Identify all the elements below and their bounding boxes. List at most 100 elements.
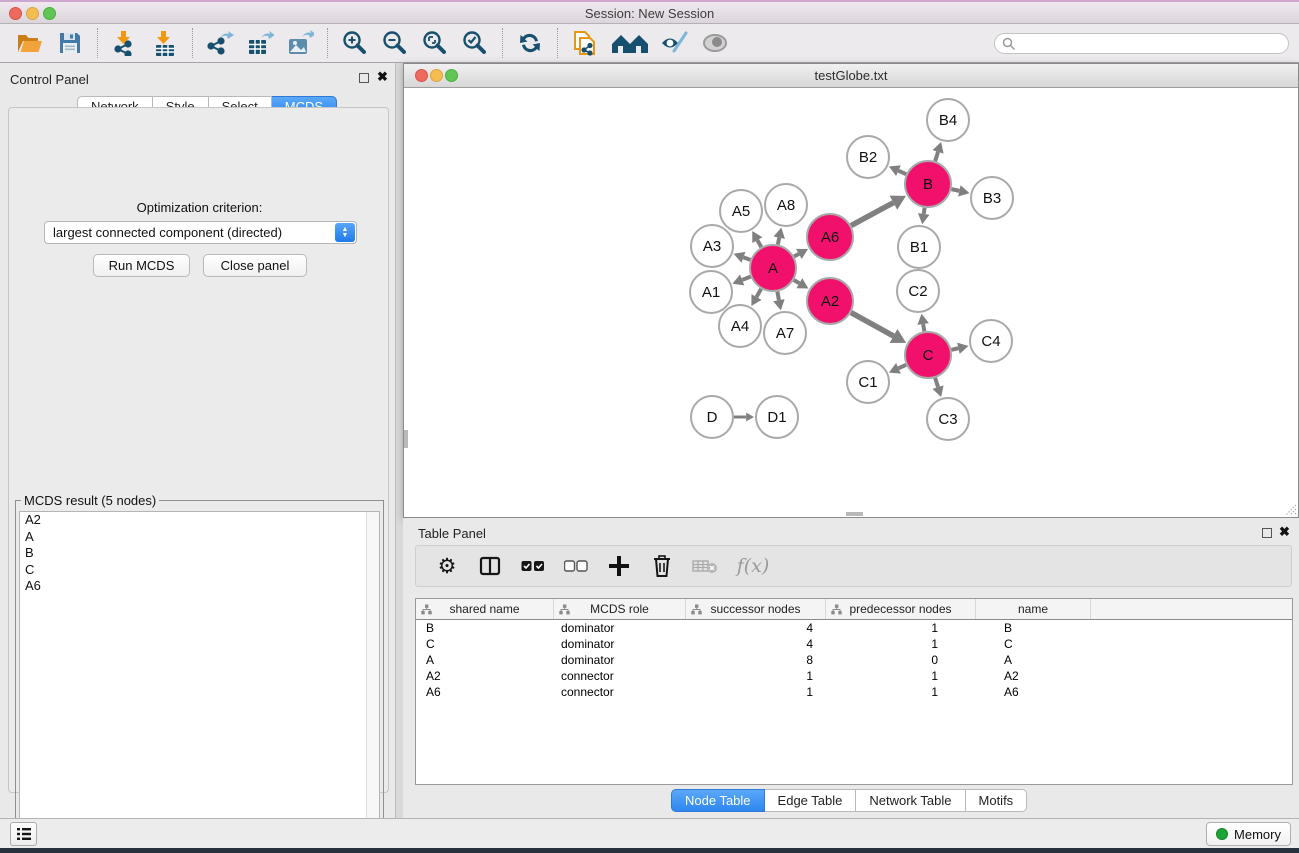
split-panel-icon[interactable] [473, 550, 507, 582]
graph-edge-C-C3[interactable] [933, 378, 944, 397]
delete-columns-icon[interactable] [645, 550, 679, 582]
graph-node-D[interactable]: D [691, 396, 733, 438]
graph-node-C3[interactable]: C3 [927, 398, 969, 440]
close-panel-button[interactable]: Close panel [203, 254, 307, 277]
zoom-out-icon[interactable] [378, 27, 412, 59]
graph-node-D1[interactable]: D1 [756, 396, 798, 438]
task-history-button[interactable] [10, 822, 37, 846]
graph-node-A1[interactable]: A1 [690, 271, 732, 313]
graph-node-B3[interactable]: B3 [971, 177, 1013, 219]
table-row-a[interactable]: Adominator80A [416, 652, 1292, 668]
column-header-shared-name[interactable]: shared name [416, 599, 554, 619]
float-table-panel-icon[interactable] [1262, 528, 1272, 538]
graph-node-A4[interactable]: A4 [719, 305, 761, 347]
cell-MCDS-role[interactable]: dominator [554, 636, 686, 652]
cell-shared-name[interactable]: C [416, 636, 554, 652]
graph-node-A8[interactable]: A8 [765, 184, 807, 226]
graph-node-C[interactable]: C [905, 332, 951, 378]
refresh-icon[interactable] [513, 27, 547, 59]
tab-edge-table[interactable]: Edge Table [765, 789, 857, 812]
first-neighbors-icon[interactable] [608, 27, 652, 59]
table-row-b[interactable]: Bdominator41B [416, 620, 1292, 636]
cell-MCDS-role[interactable]: dominator [554, 652, 686, 668]
cell-name[interactable]: A6 [976, 684, 1091, 700]
graph-edge-A-A3[interactable] [734, 252, 751, 263]
graph-node-A7[interactable]: A7 [764, 312, 806, 354]
show-all-icon[interactable] [698, 27, 732, 59]
open-file-icon[interactable] [13, 27, 47, 59]
graph-edge-B-B2[interactable] [889, 165, 906, 176]
create-column-icon[interactable] [602, 550, 636, 582]
cell-successor-nodes[interactable]: 1 [686, 684, 826, 700]
network-canvas[interactable]: B4B2BB3A8A5A6A3B1AA1C2A2A4A7C4CC1C3DD1 [404, 88, 1298, 517]
memory-button[interactable]: Memory [1206, 822, 1291, 846]
search-input[interactable] [1016, 35, 1288, 52]
column-header-successor-nodes[interactable]: successor nodes [686, 599, 826, 619]
graph-node-B[interactable]: B [905, 161, 951, 207]
close-table-panel-icon[interactable]: ✖ [1279, 524, 1290, 539]
network-window-titlebar[interactable]: testGlobe.txt [404, 64, 1298, 88]
export-network-icon[interactable] [203, 27, 237, 59]
graph-node-A2[interactable]: A2 [807, 278, 853, 324]
cell-predecessor-nodes[interactable]: 1 [826, 620, 976, 636]
cell-MCDS-role[interactable]: connector [554, 668, 686, 684]
cell-name[interactable]: C [976, 636, 1091, 652]
tab-node-table[interactable]: Node Table [671, 789, 765, 812]
cell-shared-name[interactable]: A [416, 652, 554, 668]
mcds-result-list[interactable]: A2ABCA6 [19, 511, 380, 836]
cell-shared-name[interactable]: A2 [416, 668, 554, 684]
select-all-rows-icon[interactable] [516, 550, 550, 582]
graph-edge-C-C1[interactable] [889, 363, 906, 374]
graph-node-A5[interactable]: A5 [720, 190, 762, 232]
deselect-all-rows-icon[interactable] [559, 550, 593, 582]
table-settings-icon[interactable]: ⚙ [430, 550, 464, 582]
cell-name[interactable]: A2 [976, 668, 1091, 684]
cell-shared-name[interactable]: B [416, 620, 554, 636]
float-panel-icon[interactable] [359, 73, 369, 83]
graph-node-B1[interactable]: B1 [898, 226, 940, 268]
zoom-fit-icon[interactable] [418, 27, 452, 59]
tab-motifs[interactable]: Motifs [966, 789, 1028, 812]
graph-node-C2[interactable]: C2 [897, 270, 939, 312]
table-row-a6[interactable]: A6connector11A6 [416, 684, 1292, 700]
cell-successor-nodes[interactable]: 4 [686, 620, 826, 636]
column-header-name[interactable]: name [976, 599, 1091, 619]
graph-edge-B-B1[interactable] [918, 208, 929, 224]
graph-edge-A-A2[interactable] [794, 278, 809, 288]
table-row-a2[interactable]: A2connector11A2 [416, 668, 1292, 684]
close-panel-icon[interactable]: ✖ [377, 69, 388, 84]
export-image-icon[interactable] [283, 27, 317, 59]
graph-edge-A-A8[interactable] [774, 228, 785, 245]
cell-MCDS-role[interactable]: dominator [554, 620, 686, 636]
result-item-a6[interactable]: A6 [20, 578, 379, 595]
graph-edge-B-B3[interactable] [951, 185, 969, 196]
horizontal-scroll-thumb[interactable] [846, 512, 863, 516]
hide-selected-icon[interactable] [658, 27, 692, 59]
result-item-a2[interactable]: A2 [20, 512, 379, 529]
criterion-dropdown[interactable]: largest connected component (directed) ▲… [44, 221, 357, 244]
graph-node-B4[interactable]: B4 [927, 99, 969, 141]
cell-successor-nodes[interactable]: 8 [686, 652, 826, 668]
graph-node-C4[interactable]: C4 [970, 320, 1012, 362]
run-mcds-button[interactable]: Run MCDS [93, 254, 190, 277]
graph-edge-A2-C[interactable] [851, 313, 906, 343]
node-table[interactable]: shared nameMCDS rolesuccessor nodesprede… [415, 598, 1293, 785]
graph-edge-B-B4[interactable] [933, 142, 944, 161]
graph-node-A[interactable]: A [750, 245, 796, 291]
graph-edge-A-A7[interactable] [773, 292, 784, 311]
graph-edge-C-C4[interactable] [951, 343, 968, 354]
graph-node-A6[interactable]: A6 [807, 214, 853, 260]
clone-network-icon[interactable] [568, 27, 602, 59]
cell-successor-nodes[interactable]: 4 [686, 636, 826, 652]
resize-grip-icon[interactable] [1283, 502, 1297, 516]
cell-name[interactable]: B [976, 620, 1091, 636]
column-header-MCDS-role[interactable]: MCDS role [554, 599, 686, 619]
cell-shared-name[interactable]: A6 [416, 684, 554, 700]
result-item-a[interactable]: A [20, 529, 379, 546]
graph-edge-A-A1[interactable] [732, 275, 750, 286]
graph-edge-A-A6[interactable] [794, 249, 808, 259]
cell-predecessor-nodes[interactable]: 0 [826, 652, 976, 668]
import-table-icon[interactable] [148, 27, 182, 59]
zoom-selected-icon[interactable] [458, 27, 492, 59]
cell-predecessor-nodes[interactable]: 1 [826, 636, 976, 652]
